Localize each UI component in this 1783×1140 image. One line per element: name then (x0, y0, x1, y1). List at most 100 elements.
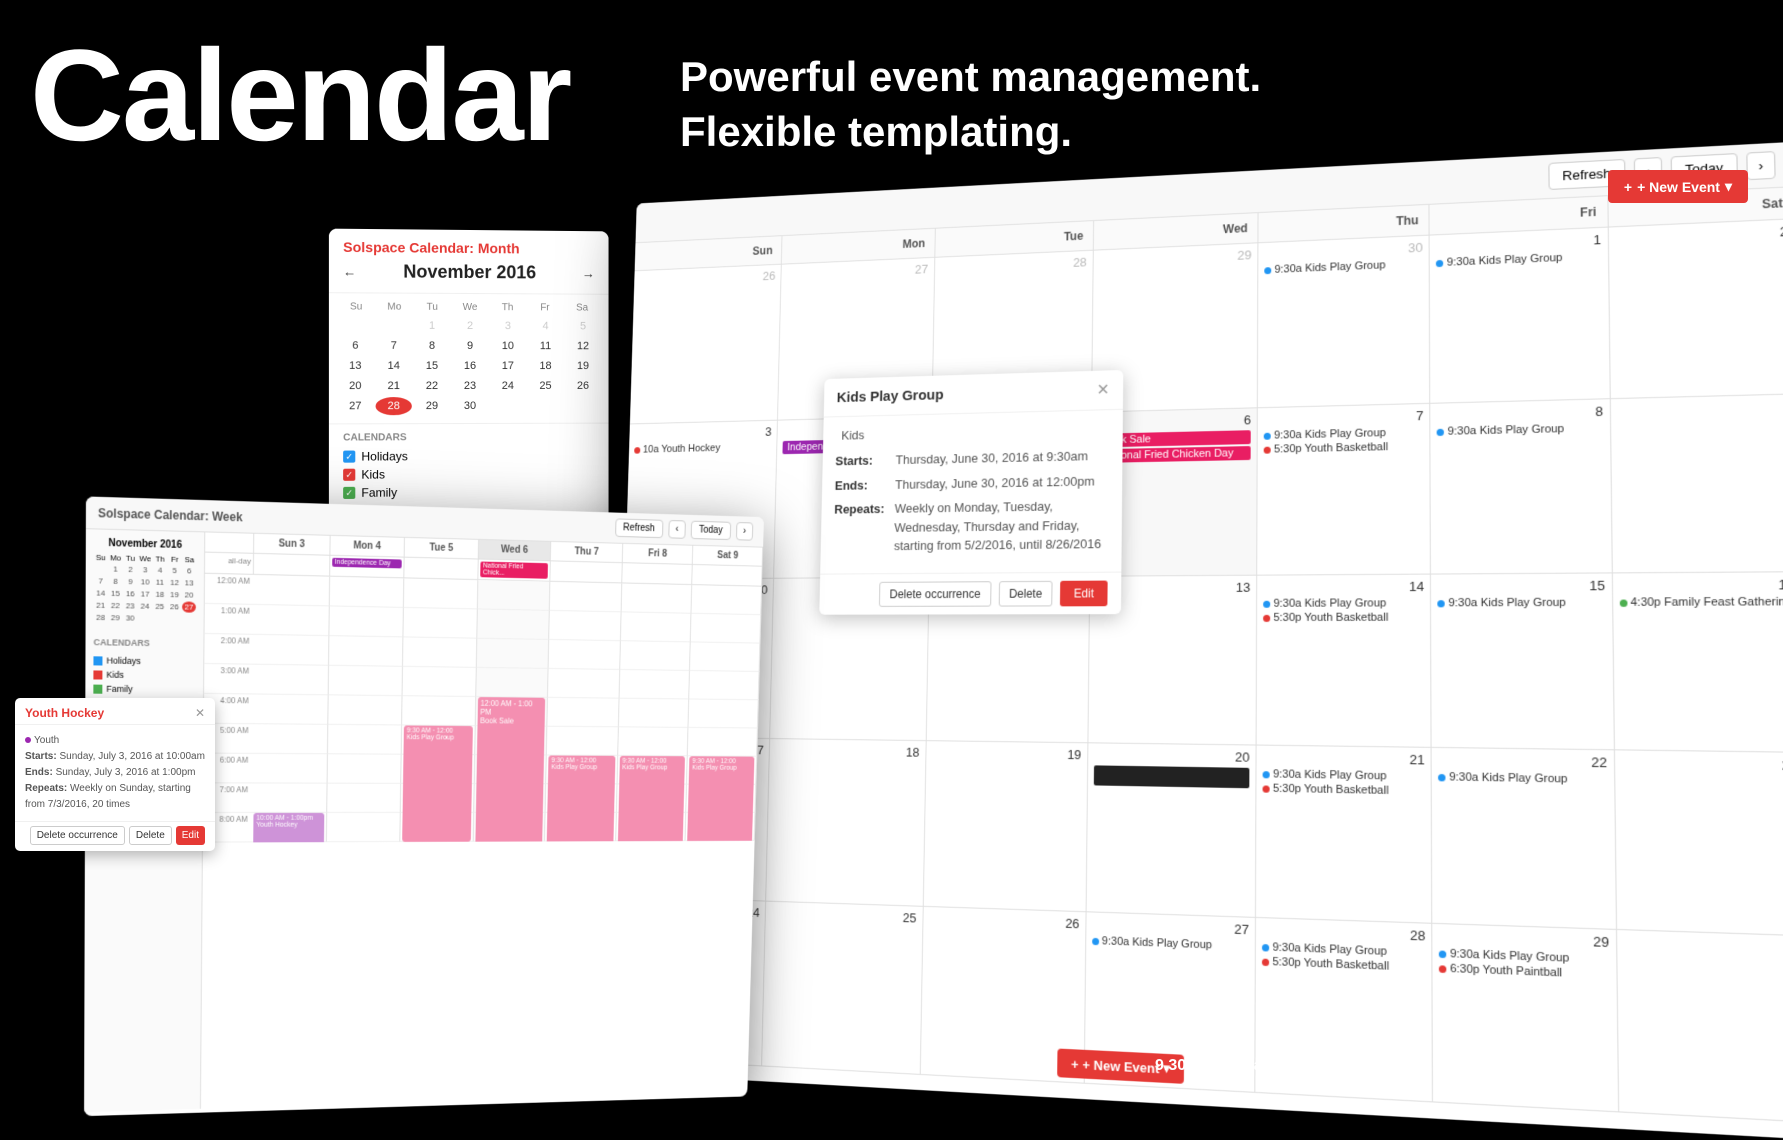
small-day-cell[interactable]: 3 (490, 317, 526, 335)
delete-occurrence-button[interactable]: Delete occurrence (879, 581, 991, 607)
small-day-cell[interactable]: 15 (414, 357, 450, 375)
time-cell[interactable] (328, 695, 403, 725)
time-cell[interactable] (403, 637, 477, 667)
table-row[interactable]: 29 9:30a Kids Play Group 6:30p Youth Pai… (1433, 924, 1619, 1113)
calendar-item-kids[interactable]: ✓ Kids (343, 466, 595, 482)
table-row[interactable]: 22 9:30a Kids Play Group (1432, 748, 1617, 930)
week-refresh-button[interactable]: Refresh (615, 518, 663, 538)
close-icon[interactable]: ✕ (1097, 380, 1110, 400)
family-checkbox[interactable]: ✓ (343, 487, 355, 499)
fried-chicken-event[interactable]: National Fried Chick... (480, 562, 548, 579)
small-day-cell[interactable]: 5 (565, 317, 600, 335)
small-day-cell[interactable]: 20 (337, 377, 373, 395)
calendar-event[interactable]: 9:30a Kids Play Group (1438, 596, 1606, 609)
table-row[interactable]: 30 9:30a Kids Play Group (1258, 236, 1431, 409)
small-day-cell[interactable]: 11 (528, 337, 564, 355)
time-cell[interactable] (404, 608, 478, 639)
table-row[interactable]: 16 4:30p Family Feast Gatherin (1613, 572, 1783, 753)
time-cell-thu[interactable] (550, 582, 622, 613)
time-cell[interactable] (476, 668, 549, 698)
time-cell-wed[interactable] (478, 580, 551, 611)
time-cell[interactable] (547, 727, 619, 756)
table-row[interactable]: 2 (1608, 219, 1783, 399)
small-day-cell[interactable]: 7 (376, 337, 412, 355)
calendar-event[interactable]: 5:30p Youth Basketball (1263, 612, 1424, 624)
time-cell[interactable] (327, 725, 402, 755)
week-cal-family[interactable]: Family (85, 681, 203, 696)
time-cell[interactable] (327, 784, 402, 813)
holidays-check[interactable] (93, 656, 102, 665)
youth-delete-occurrence-button[interactable]: Delete occurrence (30, 826, 125, 845)
calendar-item-family[interactable]: ✓ Family (343, 484, 595, 500)
small-day-cell[interactable]: 8 (414, 337, 450, 355)
calendar-event[interactable]: 5:30p Youth Basketball (1264, 440, 1424, 455)
small-day-today[interactable]: 28 (376, 397, 412, 415)
youth-edit-button[interactable]: Edit (176, 826, 205, 845)
small-day-cell[interactable]: 2 (452, 317, 488, 335)
calendar-event[interactable]: 9:30a Kids Play Group (1263, 768, 1425, 783)
time-cell-sat[interactable] (692, 585, 762, 615)
small-day-cell[interactable]: 24 (490, 377, 526, 395)
youth-hockey-event[interactable]: 10:00 AM - 1:00pmYouth Hockey (252, 813, 324, 843)
table-row[interactable]: 25 (762, 902, 923, 1075)
small-day-cell[interactable]: 16 (452, 357, 488, 375)
table-row[interactable]: 23 (1615, 750, 1783, 936)
table-row[interactable]: 19 (923, 741, 1088, 912)
youth-close-icon[interactable]: ✕ (195, 706, 205, 720)
time-cell[interactable] (549, 611, 621, 641)
time-cell[interactable] (619, 699, 690, 728)
top-new-event-button[interactable]: + + New Event ▾ (1608, 170, 1748, 203)
calendar-event[interactable]: 9:30a Kids Play Group (1437, 422, 1603, 438)
kids-checkbox[interactable]: ✓ (343, 469, 355, 481)
time-cell[interactable] (688, 728, 758, 757)
small-day-cell[interactable]: 26 (565, 377, 600, 395)
calendar-event[interactable]: 9:30a Kids Play Group (1263, 597, 1424, 610)
family-check[interactable] (93, 684, 102, 693)
table-row[interactable]: 7 9:30a Kids Play Group 5:30p Youth Bask… (1257, 404, 1431, 576)
table-row[interactable]: 8 9:30a Kids Play Group (1431, 399, 1613, 574)
time-cell[interactable] (329, 636, 404, 667)
time-cell[interactable] (252, 754, 328, 784)
time-cell[interactable] (549, 640, 621, 670)
kids-play-tue-event[interactable]: 9:30 AM - 12:00Kids Play Group (402, 725, 472, 841)
time-cell[interactable] (621, 612, 692, 642)
time-cell[interactable] (548, 698, 620, 727)
small-day-cell[interactable]: 18 (528, 357, 564, 375)
time-cell[interactable]: 9:30 AM - 12:00Kids Play Group (546, 755, 618, 784)
time-cell-tue[interactable] (404, 578, 478, 609)
small-day-cell[interactable] (337, 316, 373, 334)
small-day-cell[interactable]: 10 (490, 337, 526, 355)
small-day-cell[interactable]: 1 (414, 317, 450, 335)
time-cell[interactable]: 9:30 AM - 12:00Kids Play Group (402, 725, 476, 755)
time-cell-sun[interactable] (254, 575, 330, 607)
table-row[interactable]: 18 (766, 739, 926, 907)
week-cal-kids[interactable]: Kids (85, 667, 203, 683)
edit-button[interactable]: Edit (1060, 580, 1107, 606)
time-cell[interactable] (328, 666, 403, 696)
kids-play-sat-event[interactable]: 9:30 AM - 12:00Kids Play Group (687, 756, 755, 842)
table-row[interactable]: 14 9:30a Kids Play Group 5:30p Youth Bas… (1257, 575, 1432, 748)
time-cell[interactable] (689, 699, 759, 728)
week-prev-button[interactable]: ‹ (668, 520, 686, 539)
calendar-event[interactable]: 9:30a Kids Play Group (1264, 426, 1424, 442)
time-cell[interactable] (690, 642, 760, 672)
table-row[interactable]: 9 (1611, 394, 1783, 573)
time-cell[interactable]: 12:00 AM - 1:00 PMBook Sale (475, 697, 548, 727)
time-cell-fri[interactable] (621, 583, 692, 613)
calendar-event-bar[interactable] (1094, 765, 1250, 788)
small-day-cell[interactable]: 27 (337, 397, 373, 415)
kids-play-thu-event[interactable]: 9:30 AM - 12:00Kids Play Group (546, 755, 615, 842)
small-day-cell[interactable]: 19 (565, 357, 600, 375)
time-cell[interactable] (548, 669, 620, 699)
small-day-cell[interactable]: 13 (337, 357, 373, 375)
small-day-cell[interactable]: 6 (337, 337, 373, 355)
time-cell[interactable]: 9:30 AM - 12:00Kids Play Group (617, 756, 688, 785)
small-next-icon[interactable]: → (582, 266, 595, 281)
time-cell[interactable] (403, 667, 477, 697)
time-cell[interactable] (252, 724, 328, 754)
calendar-event[interactable]: 4:30p Family Feast Gatherin (1619, 596, 1783, 609)
time-cell[interactable] (326, 813, 400, 842)
calendar-event[interactable]: 5:30p Youth Basketball (1263, 782, 1425, 797)
kids-check[interactable] (93, 670, 102, 679)
small-day-cell[interactable]: 25 (528, 377, 564, 395)
